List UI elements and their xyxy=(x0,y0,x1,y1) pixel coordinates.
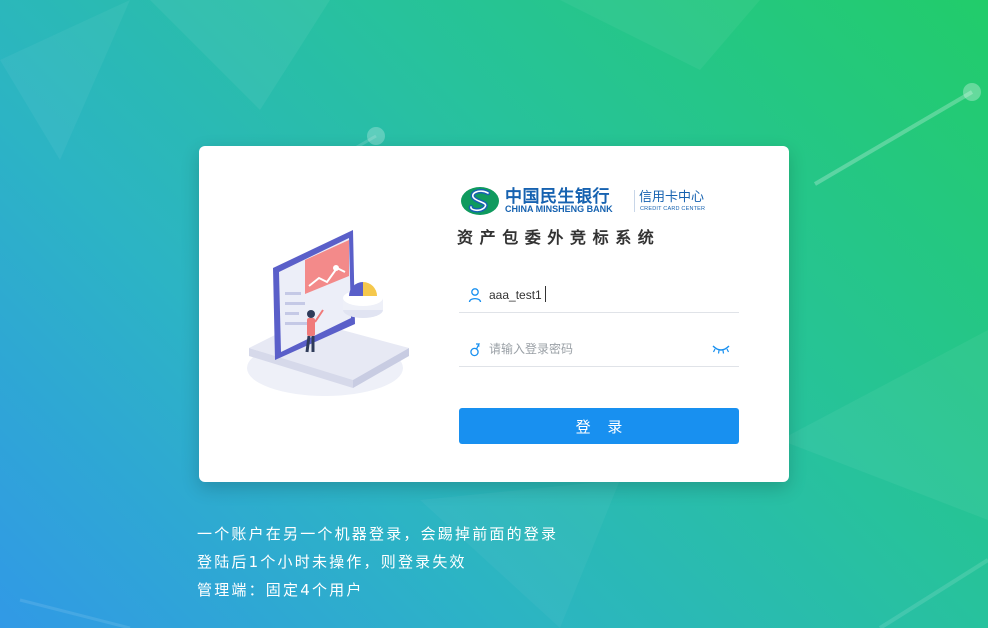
login-card: 中国民生银行 CHINA MINSHENG BANK 信用卡中心 CREDIT … xyxy=(199,146,789,482)
dashboard-illustration xyxy=(247,230,409,396)
system-title: 资产包委外竞标系统 xyxy=(457,228,661,247)
note-line: 登陆后1个小时未操作，则登录失效 xyxy=(197,553,467,571)
note-line: 管理端：固定4个用户 xyxy=(197,581,364,599)
bank-logo: 中国民生银行 CHINA MINSHENG BANK 信用卡中心 CREDIT … xyxy=(459,184,719,220)
username-input[interactable] xyxy=(489,284,699,306)
eye-closed-icon[interactable] xyxy=(711,343,731,355)
login-button[interactable]: 登 录 xyxy=(459,408,739,444)
logo-divider xyxy=(634,190,635,212)
login-notes: 一个账户在另一个机器登录，会踢掉前面的登录 登陆后1个小时未操作，则登录失效 管… xyxy=(197,520,558,604)
note-line: 一个账户在另一个机器登录，会踢掉前面的登录 xyxy=(197,525,559,543)
minsheng-logo-icon xyxy=(461,187,499,215)
credit-center-en: CREDIT CARD CENTER xyxy=(640,206,706,212)
password-input[interactable] xyxy=(489,338,699,360)
key-icon xyxy=(470,343,481,357)
credit-center-cn: 信用卡中心 xyxy=(639,190,705,205)
text-cursor xyxy=(545,286,546,302)
user-icon xyxy=(468,288,482,303)
password-field xyxy=(459,332,739,367)
bank-name-en: CHINA MINSHENG BANK xyxy=(505,204,613,214)
username-field xyxy=(459,278,739,313)
